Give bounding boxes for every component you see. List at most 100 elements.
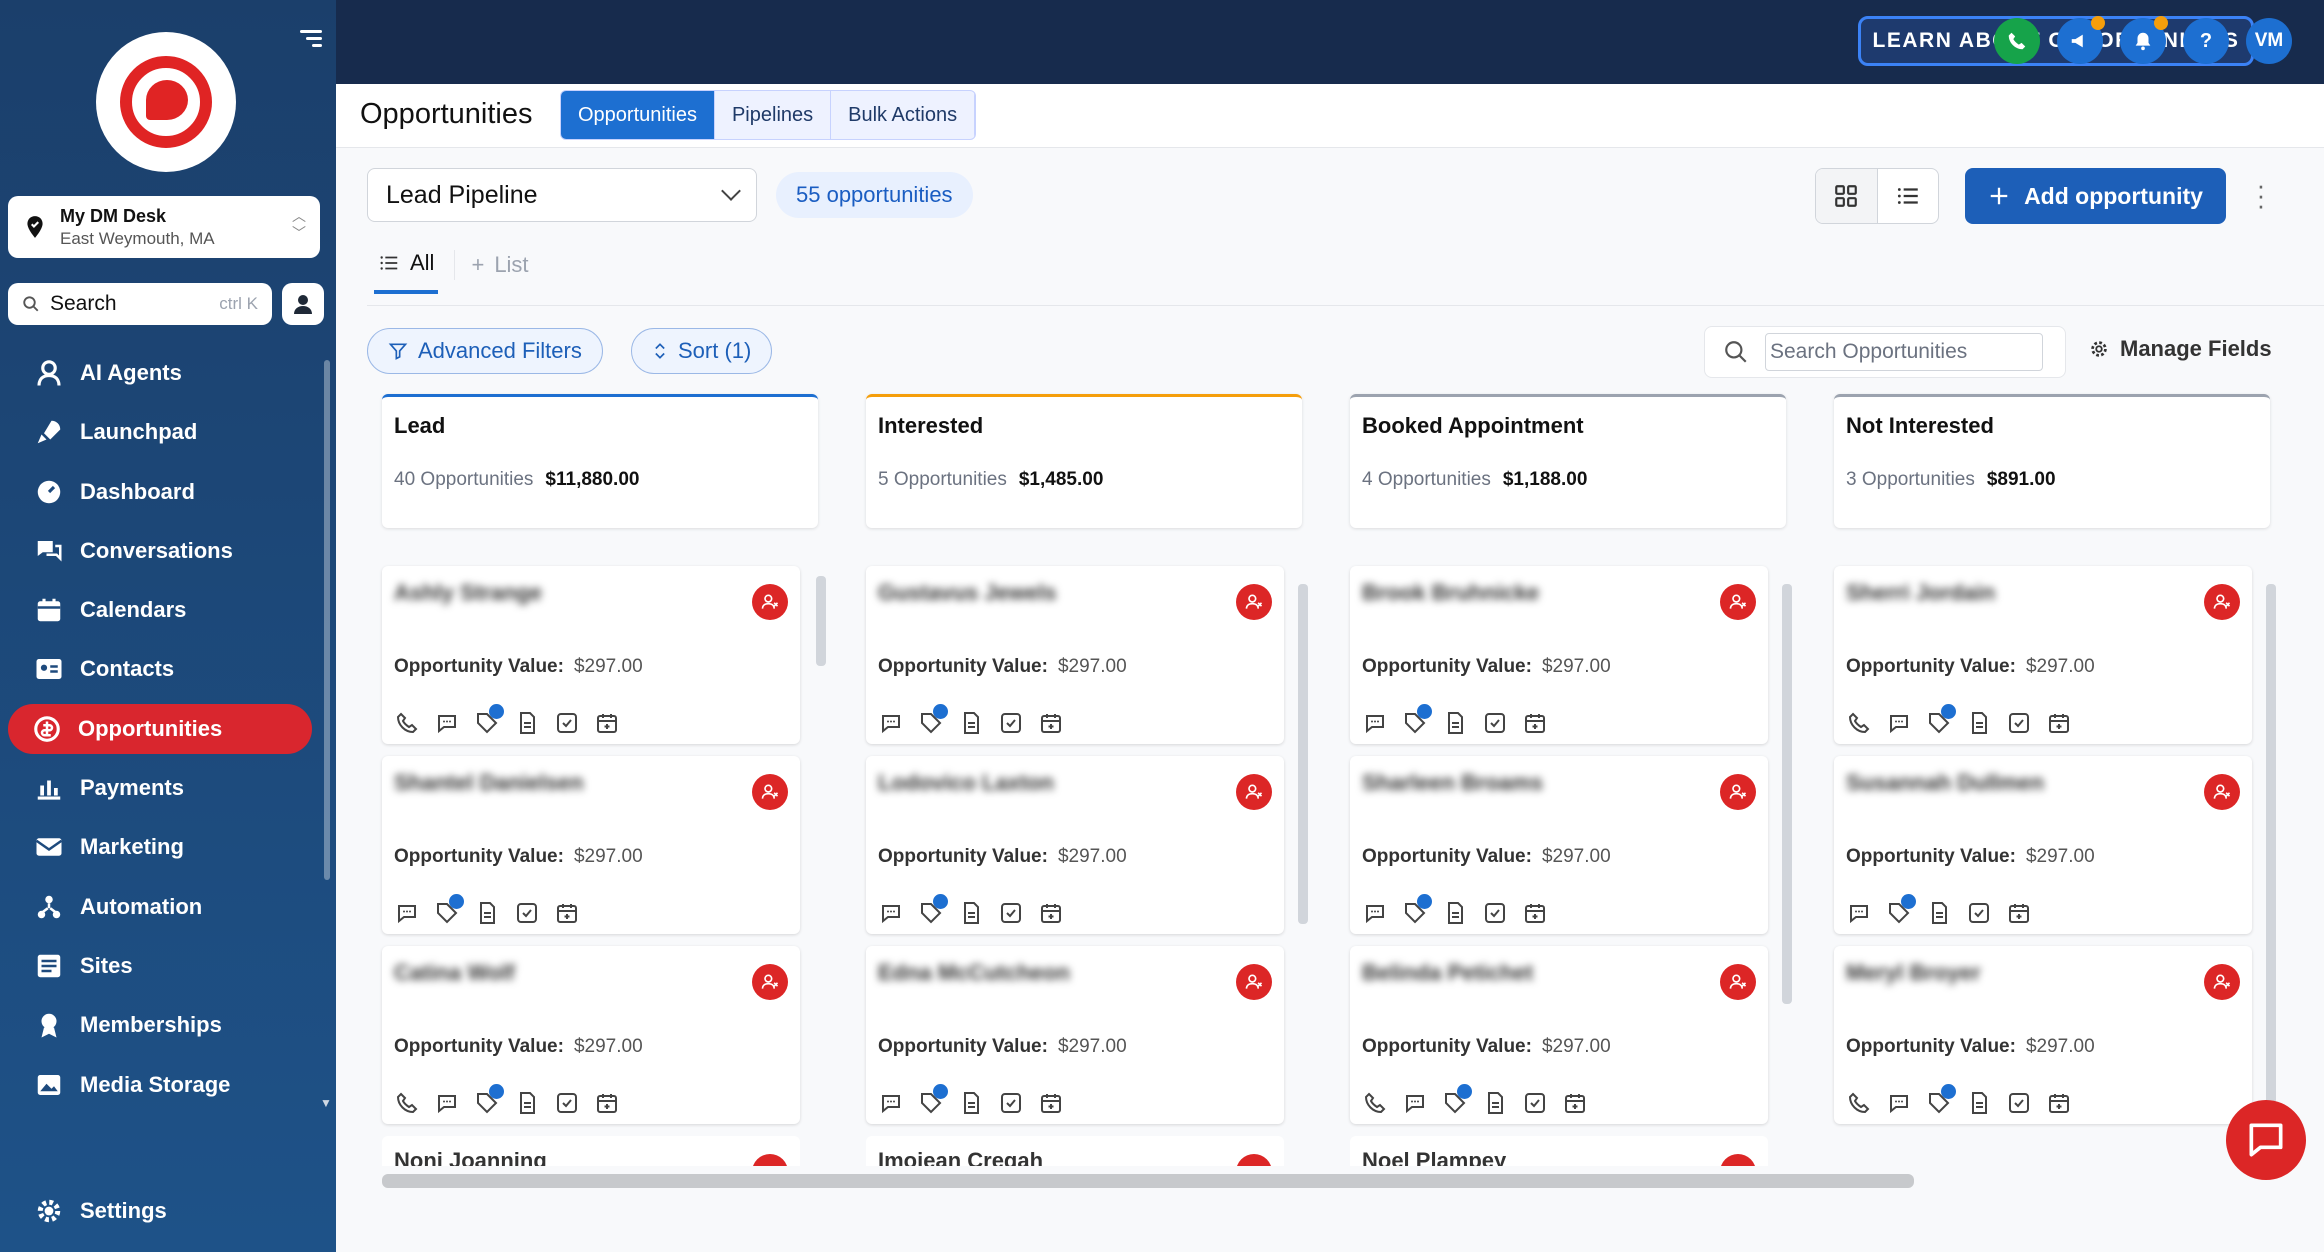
opportunity-card-partial[interactable]: Noni Joanning	[382, 1136, 800, 1166]
search-opportunities-input[interactable]	[1765, 333, 2043, 371]
opportunity-card-partial[interactable]: Noel Plampey	[1350, 1136, 1768, 1166]
message-icon[interactable]	[878, 1090, 904, 1116]
tag-icon[interactable]	[918, 704, 948, 736]
more-options-icon[interactable]: · · ·	[2256, 172, 2266, 218]
note-icon[interactable]	[1966, 710, 1992, 736]
opportunity-card[interactable]: Catina Wolf Opportunity Value: $297.00	[382, 946, 800, 1124]
appointment-icon[interactable]	[594, 710, 620, 736]
task-icon[interactable]	[514, 900, 540, 926]
note-icon[interactable]	[514, 1090, 540, 1116]
tag-icon[interactable]	[918, 894, 948, 926]
sidebar-item-dashboard[interactable]: Dashboard	[0, 467, 336, 517]
task-icon[interactable]	[1966, 900, 1992, 926]
lost-contact-icon[interactable]	[1720, 774, 1756, 810]
note-icon[interactable]	[958, 900, 984, 926]
sidebar-item-conversations[interactable]: Conversations	[0, 526, 336, 576]
opportunity-card[interactable]: Shantel Danielsen Opportunity Value: $297.…	[382, 756, 800, 934]
message-icon[interactable]	[1362, 900, 1388, 926]
lost-contact-icon[interactable]	[2204, 584, 2240, 620]
pipeline-select[interactable]: Lead Pipeline	[367, 168, 757, 222]
lost-contact-icon[interactable]	[2204, 964, 2240, 1000]
task-icon[interactable]	[2006, 710, 2032, 736]
opportunity-card[interactable]: Susannah Dullmen Opportunity Value: $297.0…	[1834, 756, 2252, 934]
appointment-icon[interactable]	[1038, 710, 1064, 736]
sidebar-item-media-storage[interactable]: Media Storage	[0, 1060, 336, 1110]
sidebar-item-calendars[interactable]: Calendars	[0, 585, 336, 635]
tag-icon[interactable]	[1886, 894, 1916, 926]
sidebar-item-contacts[interactable]: Contacts	[0, 644, 336, 694]
note-icon[interactable]	[1442, 710, 1468, 736]
opportunity-card[interactable]: Belinda Petichet Opportunity Value: $297.0…	[1350, 946, 1768, 1124]
message-icon[interactable]	[878, 710, 904, 736]
opportunity-card[interactable]: Edna McCutcheon Opportunity Value: $297.00	[866, 946, 1284, 1124]
opportunity-card[interactable]: Gustavus Jewels Opportunity Value: $297.00	[866, 566, 1284, 744]
opportunity-card[interactable]: Ashly Strange Opportunity Value: $297.00	[382, 566, 800, 744]
bell-icon[interactable]	[2120, 16, 2168, 64]
note-icon[interactable]	[958, 710, 984, 736]
appointment-icon[interactable]	[1522, 900, 1548, 926]
sidebar-item-memberships[interactable]: Memberships	[0, 1000, 336, 1050]
sidebar-item-opportunities[interactable]: Opportunities	[8, 703, 312, 754]
appointment-icon[interactable]	[2046, 1090, 2072, 1116]
phone-icon[interactable]	[1846, 1090, 1872, 1116]
tag-icon[interactable]	[434, 894, 464, 926]
tag-icon[interactable]	[918, 1084, 948, 1116]
column-scrollbar[interactable]	[816, 576, 826, 666]
appointment-icon[interactable]	[1562, 1090, 1588, 1116]
lost-contact-icon[interactable]	[752, 584, 788, 620]
appointment-icon[interactable]	[1038, 1090, 1064, 1116]
task-icon[interactable]	[554, 1090, 580, 1116]
phone-icon[interactable]	[1846, 710, 1872, 736]
sidebar-item-marketing[interactable]: Marketing	[0, 822, 336, 872]
appointment-icon[interactable]	[2006, 900, 2032, 926]
lost-contact-icon[interactable]	[1720, 964, 1756, 1000]
message-icon[interactable]	[878, 900, 904, 926]
opportunity-card-partial[interactable]: Imojean Cregah	[866, 1136, 1284, 1166]
task-icon[interactable]	[998, 900, 1024, 926]
lost-contact-icon[interactable]	[1236, 774, 1272, 810]
task-icon[interactable]	[2006, 1090, 2032, 1116]
message-icon[interactable]	[1886, 710, 1912, 736]
phone-icon[interactable]	[394, 1090, 420, 1116]
tag-icon[interactable]	[1442, 1084, 1472, 1116]
message-icon[interactable]	[1362, 710, 1388, 736]
appointment-icon[interactable]	[594, 1090, 620, 1116]
note-icon[interactable]	[1966, 1090, 1992, 1116]
appointment-icon[interactable]	[2046, 710, 2072, 736]
tag-icon[interactable]	[474, 1084, 504, 1116]
note-icon[interactable]	[514, 710, 540, 736]
opportunity-card[interactable]: Lodovico Laxton Opportunity Value: $297.00	[866, 756, 1284, 934]
help-icon[interactable]: ?	[2183, 18, 2229, 64]
appointment-icon[interactable]	[1522, 710, 1548, 736]
view-tab-all[interactable]: All	[374, 250, 439, 294]
lost-contact-icon[interactable]	[1236, 584, 1272, 620]
sidebar-item-payments[interactable]: Payments	[0, 763, 336, 813]
manage-fields-button[interactable]: Manage Fields	[2088, 336, 2272, 362]
lost-contact-icon[interactable]	[752, 964, 788, 1000]
tag-icon[interactable]	[1926, 704, 1956, 736]
tag-icon[interactable]	[1402, 894, 1432, 926]
sidebar-scrollbar[interactable]	[324, 360, 330, 880]
opportunity-card[interactable]: Brook Bruhnicke Opportunity Value: $297.00	[1350, 566, 1768, 744]
task-icon[interactable]	[1482, 710, 1508, 736]
note-icon[interactable]	[958, 1090, 984, 1116]
phone-icon[interactable]	[1994, 18, 2040, 64]
tab-opportunities[interactable]: Opportunities	[561, 91, 715, 139]
board-horizontal-scrollbar[interactable]	[382, 1174, 1914, 1188]
scroll-down-icon[interactable]: ▼	[320, 1096, 332, 1110]
task-icon[interactable]	[998, 710, 1024, 736]
tab-pipelines[interactable]: Pipelines	[715, 91, 832, 139]
lost-contact-icon[interactable]	[2204, 774, 2240, 810]
note-icon[interactable]	[1926, 900, 1952, 926]
sidebar-item-settings[interactable]: Settings	[34, 1196, 167, 1226]
lost-contact-icon[interactable]	[752, 774, 788, 810]
task-icon[interactable]	[1482, 900, 1508, 926]
phone-icon[interactable]	[1362, 1090, 1388, 1116]
column-scrollbar[interactable]	[2266, 584, 2276, 1104]
megaphone-icon[interactable]	[2057, 16, 2105, 64]
message-icon[interactable]	[434, 1090, 460, 1116]
lost-contact-icon[interactable]	[1236, 964, 1272, 1000]
message-icon[interactable]	[1402, 1090, 1428, 1116]
company-logo[interactable]	[96, 32, 236, 172]
quick-contact-button[interactable]	[282, 283, 324, 325]
